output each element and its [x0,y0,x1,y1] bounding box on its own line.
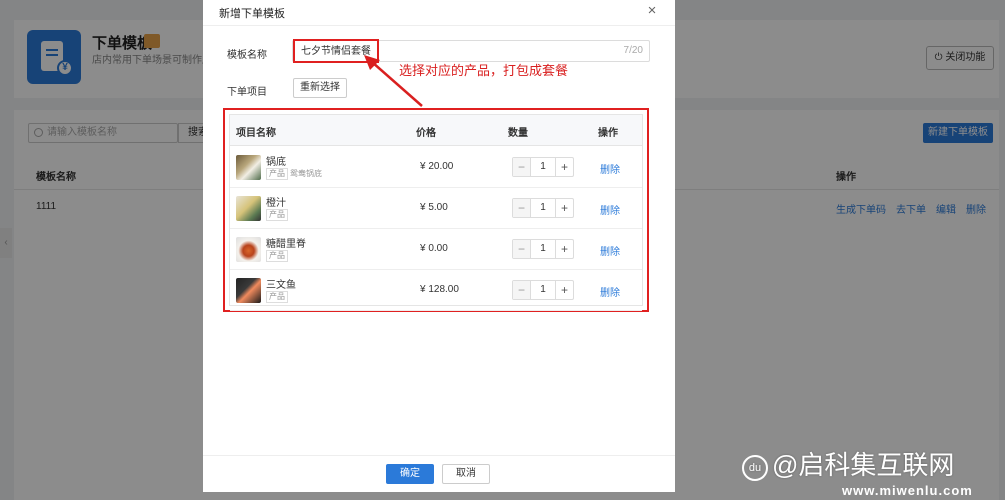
decrement-button[interactable]: − [513,199,531,217]
product-thumbnail [236,155,261,180]
table-row: 橙汁 产品 ¥ 5.00 − 1 + 删除 [230,188,642,229]
quantity-stepper: − 1 + [512,280,574,300]
product-tag: 产品 [266,291,288,303]
table-row: 糖醋里脊 产品 ¥ 0.00 − 1 + 删除 [230,229,642,270]
product-price: ¥ 20.00 [420,161,454,172]
decrement-button[interactable]: − [513,158,531,176]
product-price: ¥ 5.00 [420,202,448,213]
char-count: 7/20 [623,45,643,56]
product-thumbnail [236,278,261,303]
items-table-header: 项目名称 价格 数量 操作 [230,115,642,146]
product-name: 糖醋里脊 [266,239,306,250]
product-price: ¥ 0.00 [420,243,448,254]
increment-button[interactable]: + [555,240,573,258]
product-name: 三文鱼 [266,280,296,291]
items-table: 项目名称 价格 数量 操作 锅底 产品 鸳鸯锅底 ¥ 20.00 − 1 + 删… [229,114,643,311]
watermark-text: @启科集互联网 [772,450,955,480]
quantity-stepper: − 1 + [512,239,574,259]
template-name-input[interactable]: 七夕节情侣套餐 7/20 [292,39,650,63]
new-template-dialog: 新增下单模板 × 模板名称 七夕节情侣套餐 7/20 下单项目 重新选择 选择对… [203,0,675,492]
reselect-button[interactable]: 重新选择 [293,78,347,98]
product-desc: 鸳鸯锅底 [290,169,322,178]
delete-item-link[interactable]: 删除 [600,284,620,299]
annotation-text: 选择对应的产品，打包成套餐 [399,63,569,78]
increment-button[interactable]: + [555,158,573,176]
quantity-stepper: − 1 + [512,157,574,177]
column-header-op: 操作 [598,128,618,139]
dialog-header: 新增下单模板 × [203,0,675,26]
decrement-button[interactable]: − [513,240,531,258]
delete-item-link[interactable]: 删除 [600,243,620,258]
product-price: ¥ 128.00 [420,284,459,295]
increment-button[interactable]: + [555,281,573,299]
delete-item-link[interactable]: 删除 [600,202,620,217]
table-row: 锅底 产品 鸳鸯锅底 ¥ 20.00 − 1 + 删除 [230,147,642,188]
quantity-input[interactable]: 1 [531,281,555,299]
items-highlight-box: 项目名称 价格 数量 操作 锅底 产品 鸳鸯锅底 ¥ 20.00 − 1 + 删… [223,108,649,312]
watermark: du @启科集互联网 [742,445,954,482]
quantity-input[interactable]: 1 [531,240,555,258]
column-header-qty: 数量 [508,128,528,139]
delete-item-link[interactable]: 删除 [600,161,620,176]
column-header-price: 价格 [416,128,436,139]
cancel-button[interactable]: 取消 [442,464,490,484]
watermark-badge-icon: du [742,455,768,481]
dialog-title: 新增下单模板 [219,8,285,20]
confirm-button[interactable]: 确定 [386,464,434,484]
product-thumbnail [236,196,261,221]
decrement-button[interactable]: − [513,281,531,299]
table-row: 三文鱼 产品 ¥ 128.00 − 1 + 删除 [230,270,642,311]
watermark-url: www.miwenlu.com [842,483,973,498]
close-icon[interactable]: × [644,2,660,20]
product-tag: 产品 [266,209,288,221]
template-name-label: 模板名称 [227,50,267,61]
product-tag: 产品 [266,168,288,180]
dialog-footer: 确定 取消 [203,455,675,492]
product-name: 橙汁 [266,198,286,209]
quantity-input[interactable]: 1 [531,199,555,217]
quantity-input[interactable]: 1 [531,158,555,176]
product-tag: 产品 [266,250,288,262]
quantity-stepper: − 1 + [512,198,574,218]
increment-button[interactable]: + [555,199,573,217]
order-items-label: 下单项目 [227,87,267,98]
product-thumbnail [236,237,261,262]
product-name: 锅底 [266,157,286,168]
column-header-item-name: 项目名称 [236,128,276,139]
